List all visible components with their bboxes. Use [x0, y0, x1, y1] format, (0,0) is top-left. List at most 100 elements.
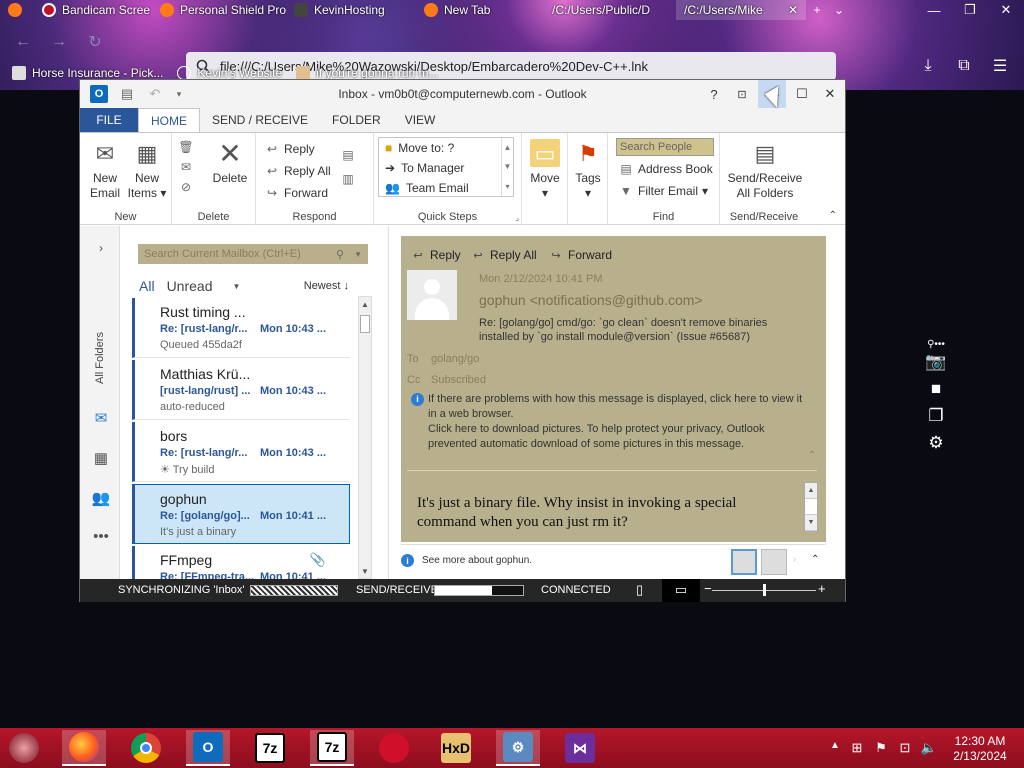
list-item[interactable]: Rust timing ... Re: [rust-lang/r... Mon 10… [132, 298, 350, 358]
taskbar-bandicam[interactable] [372, 730, 416, 766]
filter-unread[interactable]: Unread [167, 278, 213, 294]
new-tab-button[interactable]: + [806, 0, 828, 20]
filter-email-button[interactable]: ▼ Filter Email ▾ [618, 181, 708, 201]
quick-step-team-email[interactable]: 👥 Team Email [379, 178, 513, 198]
bookmark-kevins-website[interactable]: Kevin's Website [177, 66, 282, 80]
screenshot-camera-icon[interactable]: 📷 [924, 351, 948, 373]
message-sender[interactable]: gophun <notifications@github.com> [479, 292, 703, 308]
address-book-button[interactable]: ▤ Address Book [618, 159, 712, 179]
maximize-icon[interactable]: ☐ [788, 80, 816, 108]
more-icon[interactable]: ▾ [505, 182, 509, 191]
scroll-down-icon[interactable]: ▼ [805, 515, 817, 531]
show-hidden-icons[interactable]: ▲ [826, 740, 844, 751]
all-folders-label[interactable]: All Folders [94, 332, 106, 384]
network-icon[interactable]: ⊡ [896, 740, 914, 756]
start-button[interactable] [2, 730, 46, 766]
taskbar-7zip-2[interactable]: 7z [310, 730, 354, 766]
forward-icon[interactable]: → [46, 29, 72, 55]
taskbar-visual-studio[interactable]: ⋈ [558, 730, 602, 766]
collapse-ribbon-icon[interactable]: ⌃ [829, 210, 837, 221]
scroll-thumb[interactable] [805, 499, 817, 515]
meeting-button[interactable]: ▤ [340, 145, 356, 165]
person-thumbnail[interactable] [761, 549, 787, 575]
close-icon[interactable]: ✕ [788, 3, 798, 17]
list-item[interactable]: FFmpeg 📎 Re: [FFmpeg-tra... Mon 10:41 ... [132, 546, 350, 579]
tab-send-receive[interactable]: SEND / RECEIVE [200, 108, 320, 132]
action-center-flag-icon[interactable]: ⚑ [872, 740, 890, 756]
reading-view-icon[interactable]: ▭ [662, 579, 700, 602]
tags-button[interactable]: ⚑ Tags ▾ [568, 139, 608, 201]
back-icon[interactable]: ← [10, 29, 36, 55]
minimize-icon[interactable]: — [916, 0, 952, 20]
volume-icon[interactable]: 🔈 [920, 740, 938, 756]
tab-view[interactable]: VIEW [393, 108, 448, 132]
forward-button[interactable]: ↪ Forward [264, 183, 328, 203]
reading-reply-all-button[interactable]: ↩ Reply All [471, 246, 536, 264]
search-icon[interactable]: ⚲ [336, 248, 344, 261]
move-button[interactable]: ▭ Move ▾ [525, 139, 565, 201]
list-item[interactable]: Matthias Krü... [rust-lang/rust] ... Mon 1… [132, 360, 350, 420]
reading-reply-button[interactable]: ↩ Reply [411, 246, 460, 264]
filter-dropdown-icon[interactable]: ▼ [232, 282, 240, 291]
sort-newest[interactable]: Newest ↓ [304, 280, 349, 292]
taskbar-control-panel[interactable]: ⚙ [496, 730, 540, 766]
dialog-launcher-icon[interactable]: ⌟ [515, 213, 519, 222]
zoom-knob[interactable] [763, 584, 766, 596]
quick-step-move-to[interactable]: ■ Move to: ? [379, 138, 513, 158]
mailbox-search-input[interactable]: Search Current Mailbox (Ctrl+E) ⚲ ▼ [138, 244, 368, 264]
settings-gear-icon[interactable]: ⚙ [924, 432, 948, 454]
network-tray-icon[interactable]: ⊞ [848, 740, 866, 756]
tab-file[interactable]: FILE [80, 108, 138, 132]
tab-bandicam[interactable]: Bandicam Scree [34, 0, 152, 20]
list-tabs-icon[interactable]: ⌄ [828, 0, 850, 20]
taskbar-7zip-1[interactable]: 7z [248, 730, 292, 766]
close-icon[interactable]: ✕ [816, 80, 844, 108]
scroll-up-icon[interactable]: ▲ [805, 483, 817, 499]
clean-up-button[interactable]: ✉ [178, 157, 194, 177]
scroll-thumb[interactable] [360, 315, 370, 333]
tab-firefox-pinned[interactable] [0, 0, 34, 20]
calendar-icon[interactable]: ▦ [91, 448, 111, 468]
window-mode-icon[interactable]: ❐ [924, 405, 948, 427]
tab-public-file[interactable]: /C:/Users/Public/D [544, 0, 676, 20]
close-icon[interactable]: ✕ [988, 0, 1024, 20]
filter-all[interactable]: All [139, 278, 155, 294]
reload-icon[interactable]: ↻ [82, 29, 108, 55]
expand-people-icon[interactable]: ⌃ [811, 554, 819, 565]
next-icon[interactable]: › [793, 554, 796, 565]
clock[interactable]: 12:30 AM 2/13/2024 [950, 734, 1010, 764]
collapse-header-icon[interactable]: ⌃ [808, 450, 816, 461]
zoom-out-icon[interactable]: − [704, 581, 712, 596]
tab-mike-file[interactable]: /C:/Users/Mike ✕ [676, 0, 806, 20]
quick-step-to-manager[interactable]: ➔ To Manager [379, 158, 513, 178]
reply-all-button[interactable]: ↩ Reply All [264, 161, 331, 181]
send-receive-all-button[interactable]: ▤ Send/Receive All Folders [724, 139, 806, 201]
bookmark-horse-insurance[interactable]: Horse Insurance - Pick... [12, 66, 163, 80]
search-scope-icon[interactable]: ▼ [354, 250, 362, 259]
bookmark-gonna-run[interactable]: if you're gonna run m... [296, 66, 439, 80]
new-items-button[interactable]: ▦ New Items ▾ [127, 139, 167, 201]
video-record-icon[interactable]: ■ [924, 378, 948, 400]
zoom-in-icon[interactable]: + [818, 581, 826, 596]
taskbar-outlook[interactable]: O [186, 730, 230, 766]
people-icon[interactable]: 👥 [91, 488, 111, 508]
taskbar-hxd[interactable]: HxD [434, 730, 478, 766]
new-email-button[interactable]: ✉ New Email [85, 139, 125, 201]
restore-icon[interactable]: ❐ [952, 0, 988, 20]
scroll-up-icon[interactable]: ▲ [504, 143, 512, 152]
tab-personal-shield[interactable]: Personal Shield Pro [152, 0, 286, 20]
message-list-scrollbar[interactable]: ▲ ▼ [358, 296, 372, 579]
scroll-down-icon[interactable]: ▼ [359, 564, 371, 578]
taskbar-firefox[interactable] [62, 730, 106, 766]
tab-new-tab[interactable]: New Tab [416, 0, 544, 20]
delete-button[interactable]: ✕ Delete [208, 139, 252, 186]
tab-folder[interactable]: FOLDER [320, 108, 393, 132]
reply-button[interactable]: ↩ Reply [264, 139, 315, 159]
gallery-scroll[interactable]: ▲ ▼ ▾ [501, 138, 513, 196]
ribbon-display-icon[interactable]: ⊡ [728, 80, 756, 108]
help-icon[interactable]: ? [700, 80, 728, 108]
normal-view-icon[interactable]: ▯ [636, 582, 643, 598]
list-item-selected[interactable]: gophun Re: [golang/go]... Mon 10:41 ... It'… [132, 484, 350, 544]
see-more-link[interactable]: See more about gophun. [422, 555, 532, 566]
expand-folders-icon[interactable]: › [91, 238, 111, 258]
